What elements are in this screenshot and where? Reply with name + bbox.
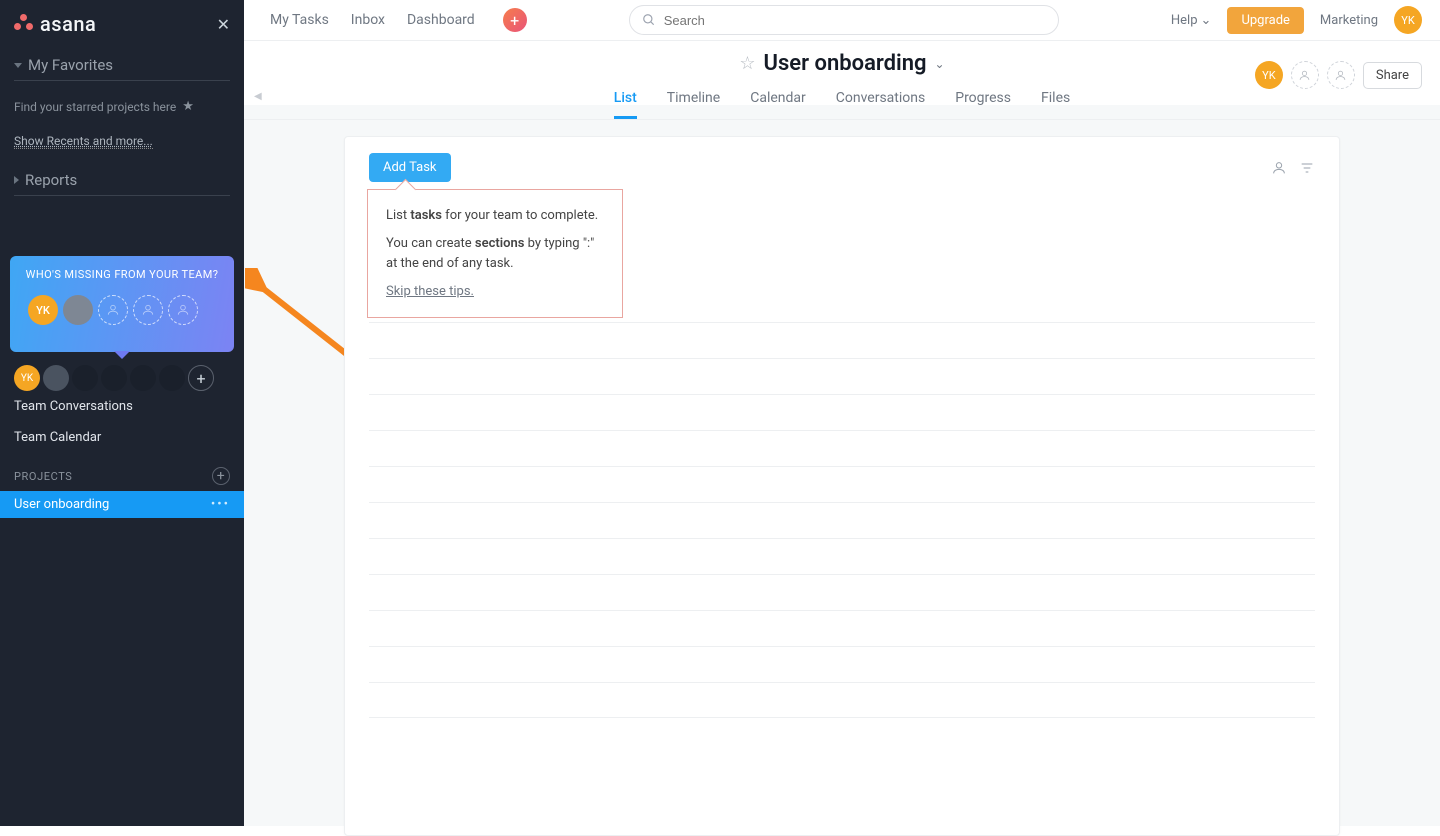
task-row[interactable] (369, 610, 1315, 646)
nav-my-tasks[interactable]: My Tasks (270, 12, 329, 28)
task-row[interactable] (369, 394, 1315, 430)
workspace-label[interactable]: Marketing (1320, 13, 1378, 28)
team-calendar-link[interactable]: Team Calendar (0, 422, 244, 453)
task-row[interactable] (369, 430, 1315, 466)
avatar-member[interactable] (43, 365, 69, 391)
collapse-icon[interactable]: ◀ (254, 91, 262, 102)
chevron-down-icon: ⌄ (1201, 13, 1212, 28)
tab-files[interactable]: Files (1041, 90, 1070, 119)
avatar-slot[interactable] (130, 365, 156, 391)
caret-down-icon (14, 63, 22, 68)
asana-logo-icon (14, 14, 34, 34)
search-input[interactable] (664, 13, 1046, 28)
onboarding-tip: List tasks for your team to complete. Yo… (367, 189, 623, 318)
team-avatars-row: YK + (0, 359, 244, 391)
search-box[interactable] (629, 5, 1059, 35)
invite-team-card[interactable]: WHO'S MISSING FROM YOUR TEAM? YK (10, 256, 234, 352)
avatar-placeholder-icon (168, 295, 198, 325)
add-project-button[interactable]: + (212, 467, 230, 485)
user-avatar[interactable]: YK (1394, 6, 1422, 34)
nav-inbox[interactable]: Inbox (351, 12, 385, 28)
add-member-icon[interactable] (1327, 61, 1355, 89)
favorites-hint: Find your starred projects here ★ (14, 99, 230, 114)
avatar-slot[interactable] (159, 365, 185, 391)
favorites-label: My Favorites (28, 56, 113, 74)
avatar-member (63, 295, 93, 325)
close-sidebar-icon[interactable]: ✕ (217, 15, 230, 34)
task-rows (369, 322, 1315, 718)
help-menu[interactable]: Help⌄ (1171, 13, 1212, 28)
member-avatar[interactable]: YK (1255, 61, 1283, 89)
projects-label: PROJECTS (14, 470, 72, 483)
upgrade-button[interactable]: Upgrade (1227, 7, 1303, 34)
search-icon (642, 13, 656, 27)
favorites-header[interactable]: My Favorites (14, 56, 230, 74)
avatar-slot[interactable] (101, 365, 127, 391)
star-icon: ★ (182, 99, 194, 114)
quick-add-button[interactable]: + (503, 8, 527, 32)
sidebar-project-user-onboarding[interactable]: User onboarding ••• (0, 491, 244, 518)
project-title[interactable]: User onboarding (764, 51, 927, 76)
add-member-icon[interactable] (1291, 61, 1319, 89)
task-row[interactable] (369, 322, 1315, 358)
topbar: My Tasks Inbox Dashboard + Help⌄ Upgrade… (244, 0, 1440, 40)
reports-header[interactable]: Reports (14, 171, 230, 189)
tooltip-pointer-icon (114, 351, 130, 359)
skip-tips-link[interactable]: Skip these tips. (386, 282, 474, 302)
share-button[interactable]: Share (1363, 62, 1422, 89)
add-member-button[interactable]: + (188, 365, 214, 391)
team-conversations-link[interactable]: Team Conversations (0, 391, 244, 422)
project-header: ◀ ☆ User onboarding ⌄ YK Share List Time… (244, 40, 1440, 120)
assignee-filter-icon[interactable] (1271, 160, 1287, 176)
avatar-slot[interactable] (72, 365, 98, 391)
tab-conversations[interactable]: Conversations (836, 90, 925, 119)
avatar-self[interactable]: YK (14, 365, 40, 391)
show-recents-link[interactable]: Show Recents and more... (14, 134, 153, 149)
brand-logo[interactable]: asana (14, 12, 96, 36)
tab-list[interactable]: List (614, 90, 637, 119)
task-row[interactable] (369, 646, 1315, 682)
project-tabs: List Timeline Calendar Conversations Pro… (244, 90, 1440, 119)
task-list-card: Add Task List tasks for your team to com… (344, 136, 1340, 836)
tab-timeline[interactable]: Timeline (667, 90, 720, 119)
filter-icon[interactable] (1299, 160, 1315, 176)
task-row[interactable] (369, 538, 1315, 574)
task-row[interactable] (369, 358, 1315, 394)
tab-calendar[interactable]: Calendar (750, 90, 806, 119)
main-area: My Tasks Inbox Dashboard + Help⌄ Upgrade… (244, 0, 1440, 826)
invite-team-title: WHO'S MISSING FROM YOUR TEAM? (20, 268, 224, 281)
project-actions-icon[interactable]: ••• (211, 497, 230, 512)
sidebar: asana ✕ My Favorites Find your starred p… (0, 0, 244, 826)
brand-name: asana (40, 12, 96, 36)
project-menu-caret-icon[interactable]: ⌄ (935, 57, 945, 71)
task-row[interactable] (369, 502, 1315, 538)
avatar-placeholder-icon (133, 295, 163, 325)
add-task-button[interactable]: Add Task (369, 153, 451, 182)
nav-dashboard[interactable]: Dashboard (407, 12, 475, 28)
star-outline-icon[interactable]: ☆ (739, 53, 755, 74)
project-item-label: User onboarding (14, 497, 109, 512)
tab-progress[interactable]: Progress (955, 90, 1011, 119)
caret-right-icon (14, 176, 19, 184)
task-row[interactable] (369, 682, 1315, 718)
task-row[interactable] (369, 466, 1315, 502)
avatar-self: YK (28, 295, 58, 325)
avatar-placeholder-icon (98, 295, 128, 325)
task-row[interactable] (369, 574, 1315, 610)
reports-label: Reports (25, 171, 77, 189)
